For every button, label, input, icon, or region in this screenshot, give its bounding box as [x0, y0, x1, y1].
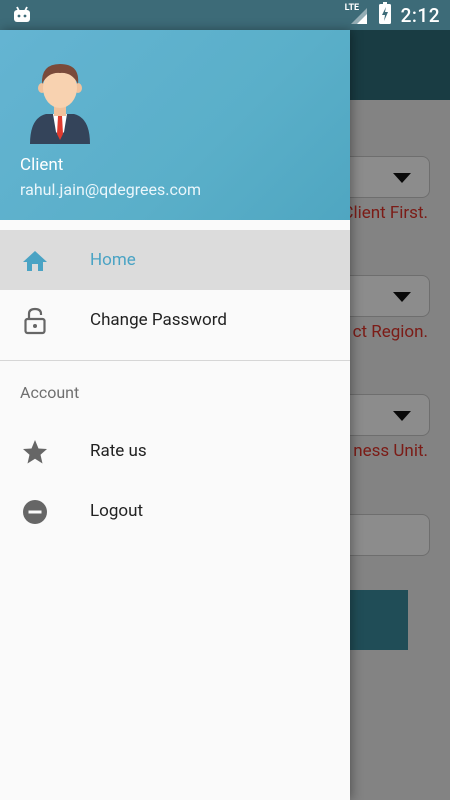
battery-charging-icon [378, 2, 391, 28]
drawer-item-home[interactable]: Home [0, 230, 350, 290]
unlock-icon [22, 307, 48, 335]
drawer-item-label: Home [90, 250, 136, 270]
drawer-header: Client rahul.jain@qdegrees.com [0, 30, 350, 220]
clock: 2:12 [400, 3, 440, 27]
star-icon [22, 439, 48, 465]
section-title-account: Account [20, 383, 80, 402]
lte-signal-icon: LTE [345, 3, 369, 26]
drawer-item-label: Rate us [90, 441, 147, 461]
minus-circle-icon [22, 499, 48, 525]
drawer-item-label: Change Password [90, 310, 227, 330]
drawer-item-rate-us[interactable]: Rate us [0, 421, 350, 481]
home-icon [22, 248, 48, 274]
navigation-drawer: Client rahul.jain@qdegrees.com Home Chan… [0, 30, 350, 800]
user-email: rahul.jain@qdegrees.com [20, 180, 202, 199]
user-name: Client [20, 155, 64, 175]
drawer-item-label: Logout [90, 501, 144, 521]
android-debug-icon [12, 5, 32, 29]
drawer-divider [0, 360, 350, 361]
status-bar: LTE 2:12 [0, 0, 450, 30]
header-spacer [0, 220, 350, 230]
drawer-item-logout[interactable]: Logout [0, 481, 350, 541]
drawer-item-change-password[interactable]: Change Password [0, 290, 350, 350]
avatar [26, 60, 94, 144]
